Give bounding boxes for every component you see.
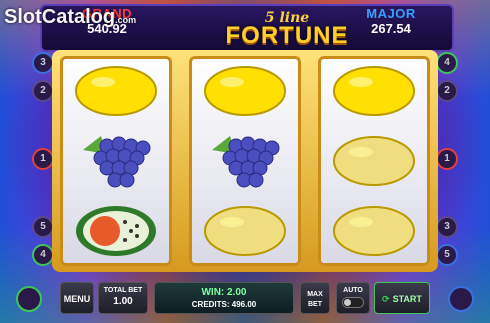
payline-right-5: 5 [436,244,458,266]
credits-amount: CREDITS: 496.00 [191,300,257,309]
auto-label: AUTO [343,287,363,294]
grapes-icon [212,136,280,188]
major-jackpot: MAJOR 267.54 [346,6,436,36]
grapes-icon [83,136,151,188]
grapes-symbol [60,126,172,196]
lemon-symbol [318,196,430,266]
payline-left-1: 1 [32,148,54,170]
max-bet-label-1: MAX [307,291,323,298]
reel-3 [318,56,430,266]
lemon-symbol [318,126,430,196]
start-label: START [392,294,422,304]
auto-toggle[interactable]: AUTO [336,282,370,314]
grapes-symbol [189,126,301,196]
max-bet-button[interactable]: MAX BET [300,282,330,314]
max-bet-label-2: BET [308,301,322,308]
lemon-icon [204,206,286,256]
right-corner-icon [448,286,474,312]
major-value: 267.54 [371,21,411,36]
payline-left-5: 5 [32,216,54,238]
reel-2 [189,56,301,266]
total-bet-value: 1.00 [113,296,133,307]
left-corner-icon [16,286,42,312]
start-button[interactable]: ⟳ START [374,282,430,314]
payline-left-3: 3 [32,52,54,74]
refresh-icon: ⟳ [382,294,390,304]
watermark: SlotCatalog.com [4,6,136,29]
game-logo: 5 line FORTUNE [212,10,362,50]
lemon-icon [75,66,157,116]
lemon-icon [333,136,415,186]
watermark-suffix: .com [115,15,137,25]
lemon-icon [333,206,415,256]
lemon-symbol [60,56,172,126]
logo-fortune: FORTUNE [225,22,349,49]
total-bet-button[interactable]: TOTAL BET 1.00 [98,282,148,314]
watermelon-symbol [60,196,172,266]
payline-right-1: 1 [436,148,458,170]
lemon-icon [333,66,415,116]
lemon-symbol [189,56,301,126]
watermelon-icon [76,206,156,256]
win-amount: WIN: 2.00 [201,287,247,298]
payline-right-4: 4 [436,52,458,74]
lemon-icon [204,66,286,116]
major-label: MAJOR [366,6,416,21]
payline-right-2: 2 [436,80,458,102]
lemon-symbol [189,196,301,266]
payline-left-4: 4 [32,244,54,266]
lemon-symbol [318,56,430,126]
watermark-text: SlotCatalog [4,6,116,28]
menu-button[interactable]: MENU [60,282,94,314]
payline-left-2: 2 [32,80,54,102]
reel-1 [60,56,172,266]
toggle-icon [342,297,364,308]
control-panel: MENU TOTAL BET 1.00 WIN: 2.00 CREDITS: 4… [56,282,434,318]
payline-right-3: 3 [436,216,458,238]
reel-frame [52,50,438,272]
total-bet-label: TOTAL BET [103,287,143,294]
win-display: WIN: 2.00 CREDITS: 496.00 [154,282,294,314]
